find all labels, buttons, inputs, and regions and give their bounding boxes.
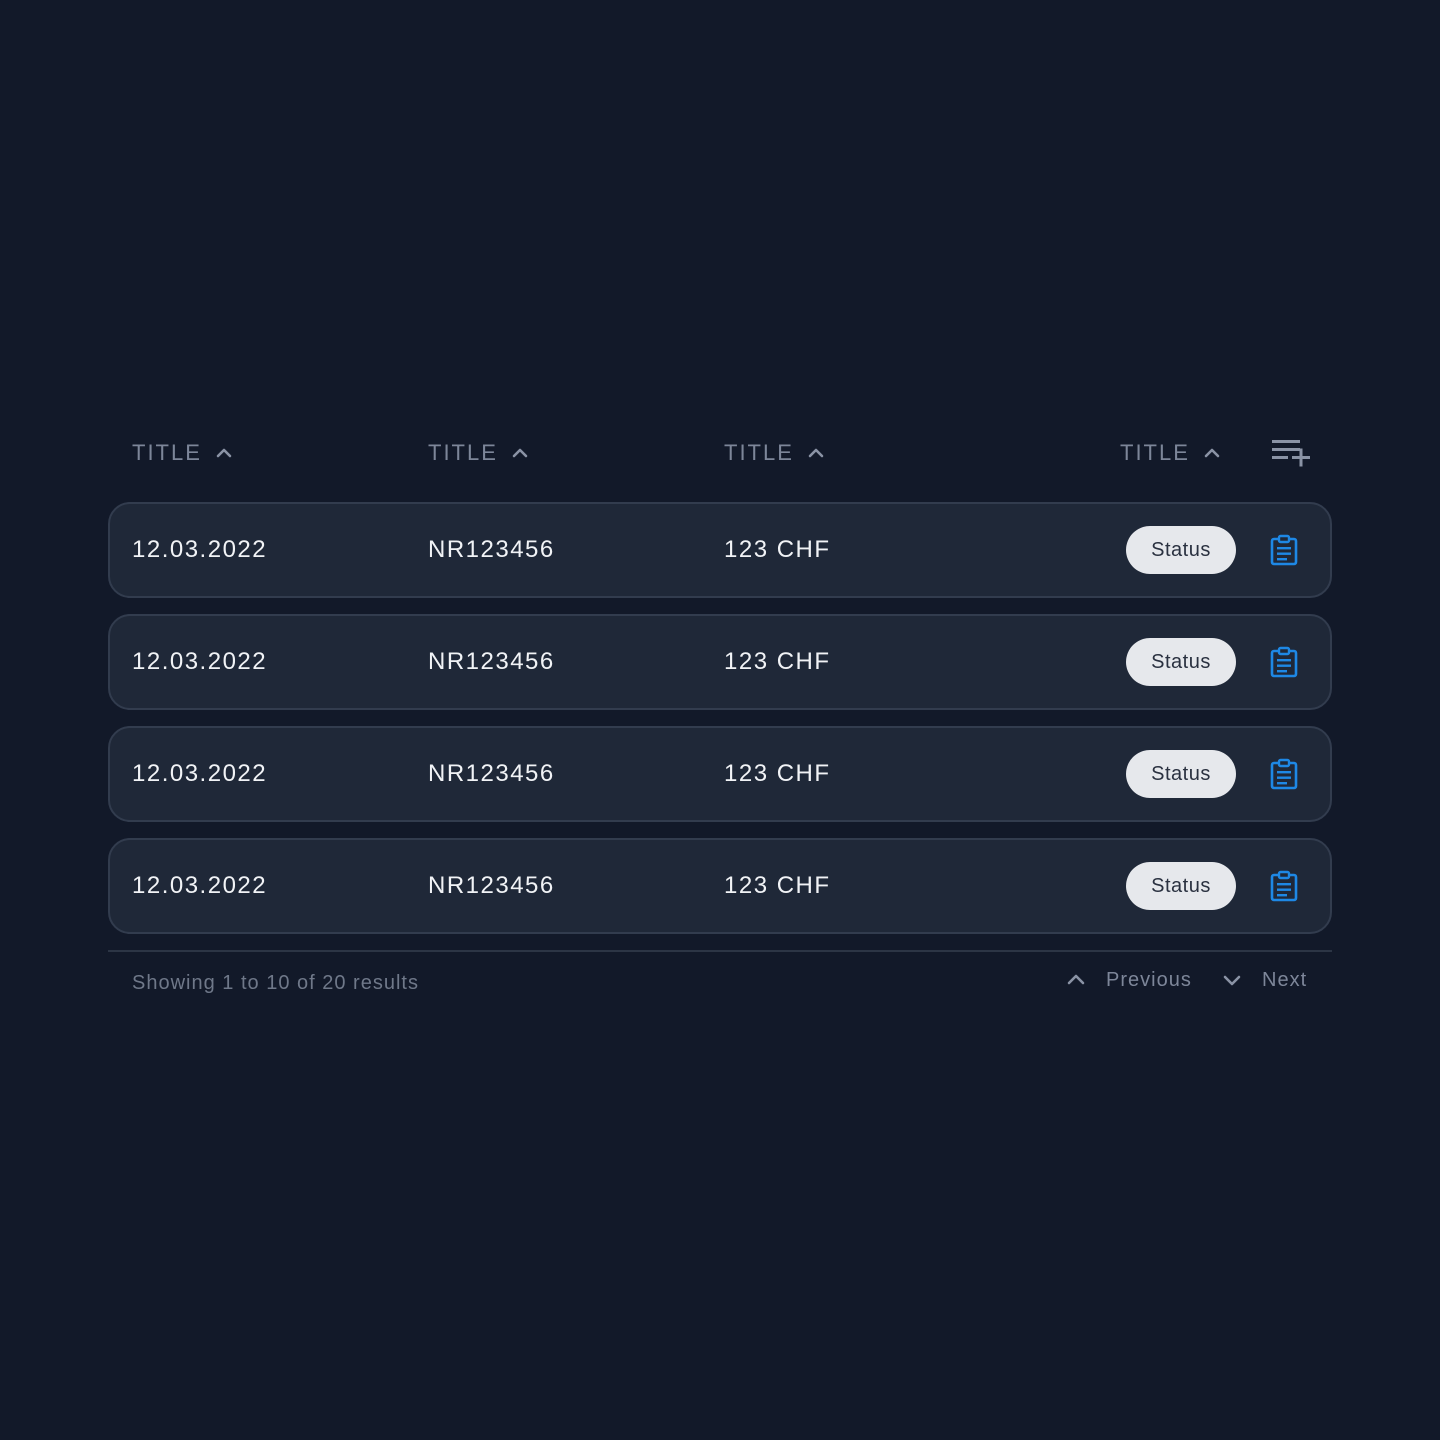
column-header-label: TITLE	[724, 440, 794, 465]
data-table: TITLE TITLE TITLE TITLE 12.03.2022 NR123…	[108, 424, 1332, 994]
table-header: TITLE TITLE TITLE TITLE	[108, 424, 1332, 484]
number-cell: NR123456	[428, 760, 555, 787]
chevron-up-icon	[1204, 448, 1220, 458]
date-cell: 12.03.2022	[132, 760, 268, 787]
pagination-footer: Showing 1 to 10 of 20 results Previous N…	[108, 968, 1332, 1002]
number-cell: NR123456	[428, 648, 555, 675]
previous-button[interactable]: Previous	[1064, 968, 1192, 992]
number-cell: NR123456	[428, 536, 555, 563]
status-badge: Status	[1126, 750, 1236, 798]
amount-cell: 123 CHF	[724, 760, 831, 787]
date-cell: 12.03.2022	[132, 648, 268, 675]
amount-cell: 123 CHF	[724, 648, 831, 675]
details-button[interactable]	[1268, 758, 1300, 790]
chevron-up-icon	[808, 448, 824, 458]
table-row[interactable]: 12.03.2022 NR123456 123 CHF Status	[108, 838, 1332, 934]
chevron-up-icon	[216, 448, 232, 458]
details-button[interactable]	[1268, 646, 1300, 678]
next-button[interactable]: Next	[1220, 968, 1307, 992]
playlist-add-icon	[1272, 440, 1310, 467]
date-cell: 12.03.2022	[132, 536, 268, 563]
table-row[interactable]: 12.03.2022 NR123456 123 CHF Status	[108, 614, 1332, 710]
chevron-up-icon	[512, 448, 528, 458]
add-column-button[interactable]	[1270, 436, 1314, 472]
clipboard-icon	[1270, 534, 1298, 566]
chevron-up-icon	[1067, 974, 1085, 985]
footer-divider	[108, 950, 1332, 952]
clipboard-icon	[1270, 870, 1298, 902]
status-badge: Status	[1126, 526, 1236, 574]
date-cell: 12.03.2022	[132, 872, 268, 899]
status-badge: Status	[1126, 638, 1236, 686]
clipboard-icon	[1270, 646, 1298, 678]
amount-cell: 123 CHF	[724, 872, 831, 899]
table-row[interactable]: 12.03.2022 NR123456 123 CHF Status	[108, 726, 1332, 822]
details-button[interactable]	[1268, 534, 1300, 566]
clipboard-icon	[1270, 758, 1298, 790]
column-header-4[interactable]: TITLE	[1120, 440, 1224, 466]
amount-cell: 123 CHF	[724, 536, 831, 563]
column-header-label: TITLE	[132, 440, 202, 465]
details-button[interactable]	[1268, 870, 1300, 902]
column-header-1[interactable]: TITLE	[132, 440, 236, 466]
table-row[interactable]: 12.03.2022 NR123456 123 CHF Status	[108, 502, 1332, 598]
status-badge: Status	[1126, 862, 1236, 910]
chevron-down-icon	[1223, 975, 1241, 986]
previous-label: Previous	[1106, 968, 1192, 991]
table-body: 12.03.2022 NR123456 123 CHF Status 12.03…	[108, 502, 1332, 950]
column-header-2[interactable]: TITLE	[428, 440, 532, 466]
results-summary: Showing 1 to 10 of 20 results	[132, 972, 419, 994]
column-header-label: TITLE	[1120, 440, 1190, 465]
column-header-label: TITLE	[428, 440, 498, 465]
number-cell: NR123456	[428, 872, 555, 899]
column-header-3[interactable]: TITLE	[724, 440, 828, 466]
next-label: Next	[1262, 968, 1308, 991]
